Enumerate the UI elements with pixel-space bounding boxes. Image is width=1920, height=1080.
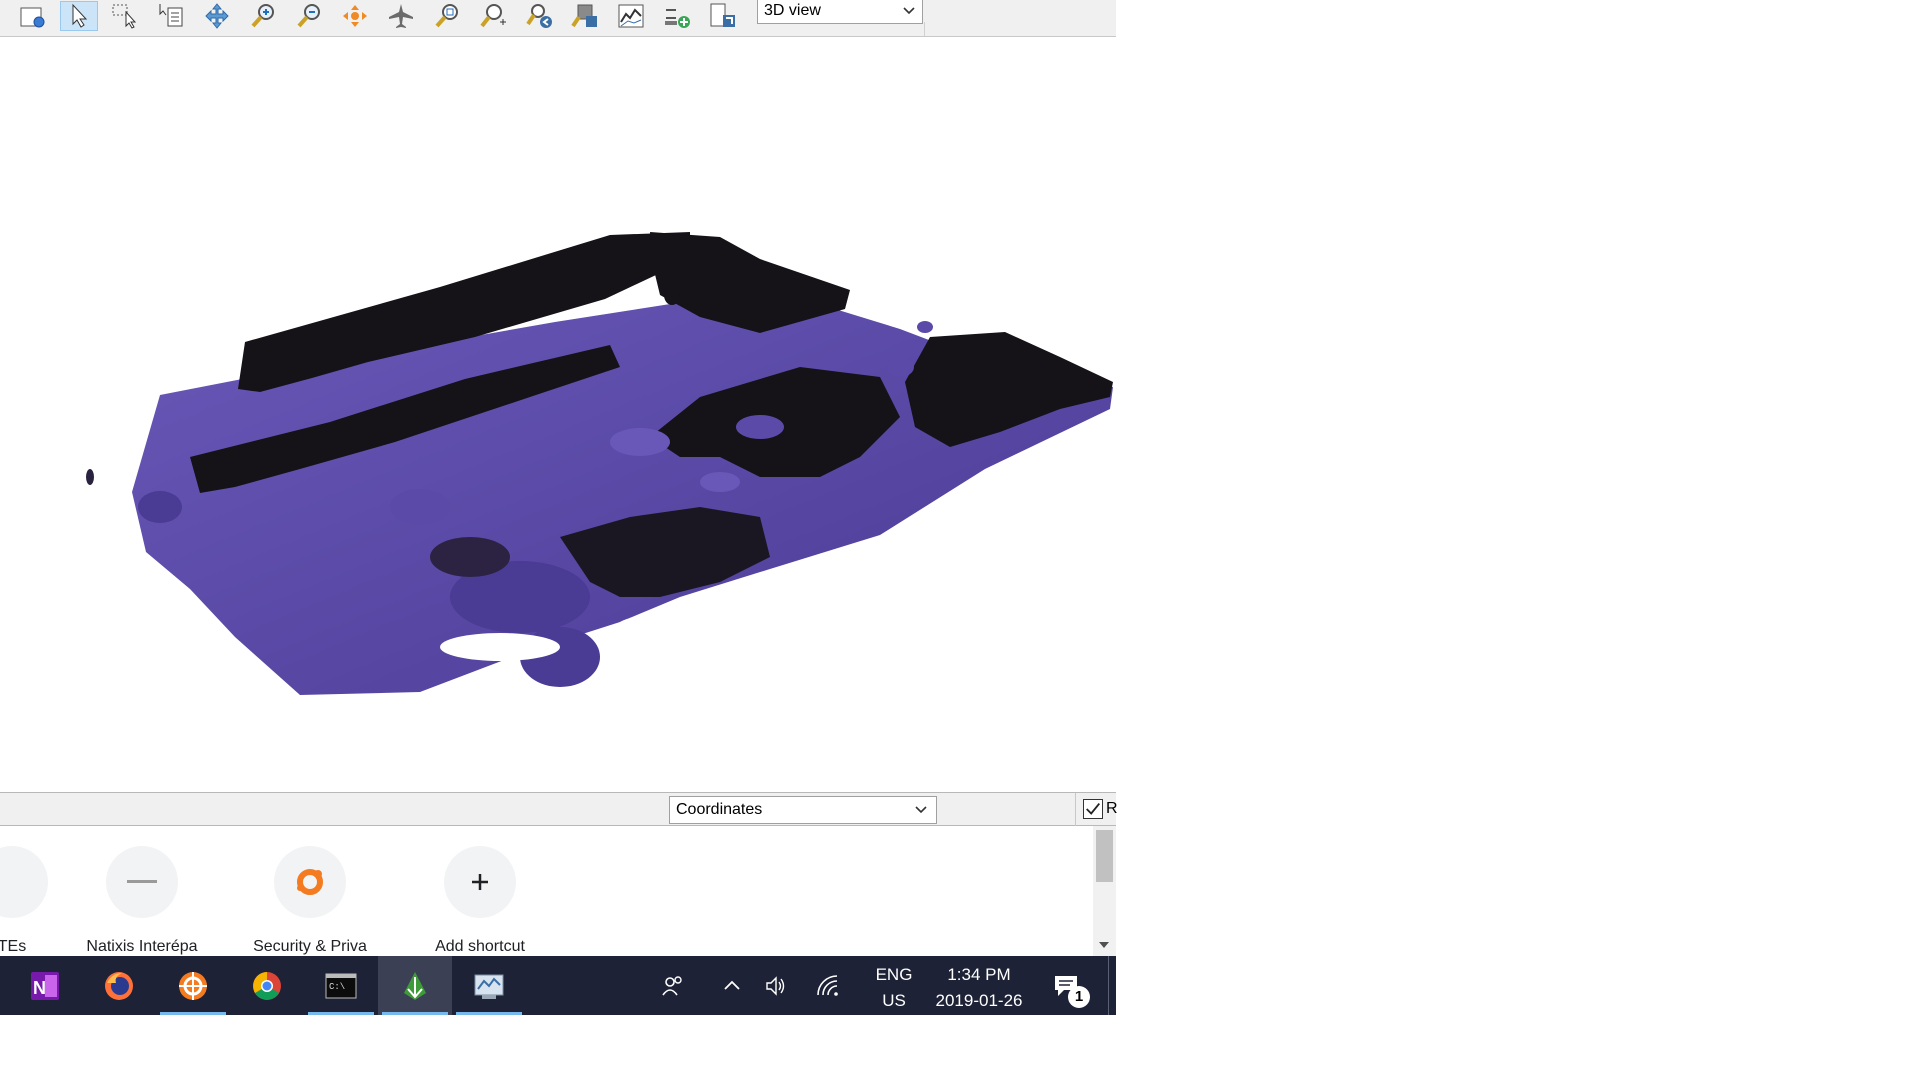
language-indicator[interactable]: ENG US xyxy=(868,962,920,1014)
orbit-icon[interactable] xyxy=(336,1,374,31)
select-region-icon[interactable] xyxy=(106,1,144,31)
scroll-down-icon[interactable] xyxy=(1097,940,1111,950)
chevron-down-icon xyxy=(903,7,915,15)
view-mode-value: 3D view xyxy=(764,2,821,19)
select-arrow-icon[interactable] xyxy=(60,1,98,31)
zoom-out-icon[interactable] xyxy=(290,1,328,31)
svg-text:N: N xyxy=(33,978,46,998)
main-toolbar: 3D view xyxy=(0,0,1116,37)
zoom-region-icon[interactable] xyxy=(474,1,512,31)
identify-icon[interactable] xyxy=(152,1,190,31)
coordinate-mode-value: Coordinates xyxy=(676,801,763,818)
windows-taskbar: N C:\ ENG US 1:34 PM 2019-01-26 1 xyxy=(0,956,1116,1015)
render-label: R xyxy=(1106,800,1118,817)
new-view-icon[interactable] xyxy=(14,1,52,31)
profile-icon[interactable] xyxy=(612,1,650,31)
toolbar-divider xyxy=(924,22,925,36)
svg-text:C:\: C:\ xyxy=(329,982,345,992)
zoom-in-icon[interactable] xyxy=(244,1,282,31)
show-hidden-icons-chevron[interactable] xyxy=(712,956,752,1015)
browser-shortcuts: TEs Natixis Interépa Security & Priva Ad… xyxy=(0,826,1116,956)
generic-site-icon xyxy=(0,846,48,918)
export-icon[interactable] xyxy=(704,1,742,31)
shortcut-label: Natixis Interépa xyxy=(86,938,198,955)
show-desktop-button[interactable] xyxy=(1108,956,1117,1015)
shortcut-natixis[interactable]: Natixis Interépa xyxy=(72,846,212,956)
avast-icon xyxy=(274,846,346,918)
notification-count-badge: 1 xyxy=(1068,986,1090,1008)
language-code: ENG xyxy=(875,965,913,984)
status-bar: Coordinates R xyxy=(0,792,1118,827)
zoom-previous-icon[interactable] xyxy=(520,1,558,31)
action-center-button[interactable]: 1 xyxy=(1040,956,1092,1015)
clock-date: 2019-01-26 xyxy=(935,991,1023,1010)
shortcut-tes[interactable]: TEs xyxy=(0,846,82,956)
natixis-icon xyxy=(106,846,178,918)
coordinate-mode-select[interactable]: Coordinates xyxy=(669,796,937,824)
scroll-thumb[interactable] xyxy=(1096,830,1113,882)
shortcut-security[interactable]: Security & Priva xyxy=(240,846,380,956)
zoom-full-icon[interactable] xyxy=(428,1,466,31)
pan-icon[interactable] xyxy=(198,1,236,31)
onenote-icon[interactable]: N xyxy=(8,956,82,1015)
terminal-icon[interactable]: C:\ xyxy=(304,956,378,1015)
zoom-next-icon[interactable] xyxy=(566,1,604,31)
3d-surface-render xyxy=(86,232,1113,695)
vertical-scrollbar[interactable] xyxy=(1093,826,1116,956)
qgis-icon[interactable] xyxy=(378,956,452,1015)
view-mode-select[interactable]: 3D view xyxy=(757,0,923,24)
checkmark-icon xyxy=(1086,803,1100,815)
3d-viewport[interactable] xyxy=(0,37,1116,792)
language-region: US xyxy=(882,991,906,1010)
fly-icon[interactable] xyxy=(382,1,420,31)
status-divider xyxy=(1075,793,1076,827)
plus-icon xyxy=(444,846,516,918)
clock-time: 1:34 PM xyxy=(947,965,1011,984)
avast-icon[interactable] xyxy=(156,956,230,1015)
chevron-down-icon xyxy=(915,806,927,814)
network-icon[interactable] xyxy=(806,956,850,1015)
shortcut-add[interactable]: Add shortcut xyxy=(410,846,550,956)
render-checkbox[interactable] xyxy=(1083,799,1103,819)
chrome-icon[interactable] xyxy=(230,956,304,1015)
people-icon[interactable] xyxy=(650,956,696,1015)
shortcut-label: Add shortcut xyxy=(435,938,525,955)
volume-icon[interactable] xyxy=(756,956,796,1015)
add-layer-icon[interactable] xyxy=(658,1,696,31)
viewer-app-icon[interactable] xyxy=(452,956,526,1015)
system-clock[interactable]: 1:34 PM 2019-01-26 xyxy=(924,962,1034,1014)
shortcut-label: TEs xyxy=(0,938,27,955)
firefox-icon[interactable] xyxy=(82,956,156,1015)
shortcut-label: Security & Priva xyxy=(253,938,367,955)
